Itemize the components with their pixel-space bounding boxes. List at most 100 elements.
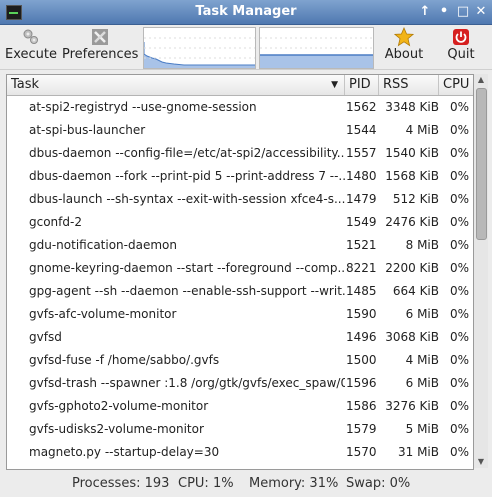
task-cpu: 0% xyxy=(449,261,469,275)
task-pid: 1496 xyxy=(346,330,376,344)
task-name: gconfd-2 xyxy=(29,215,82,229)
task-rss: 1540 KiB xyxy=(385,146,439,160)
task-rss: 4 MiB xyxy=(405,353,439,367)
task-cpu: 0% xyxy=(449,353,469,367)
column-cpu[interactable]: CPU xyxy=(439,75,473,95)
task-name: magneto.py --startup-delay=30 xyxy=(29,445,220,459)
task-pid: 1479 xyxy=(346,192,376,206)
task-name: gnome-keyring-daemon --start --foregroun… xyxy=(29,261,345,275)
column-header: Task ▼ PID RSS CPU xyxy=(7,75,473,96)
task-cpu: 0% xyxy=(449,284,469,298)
tools-icon xyxy=(92,29,108,45)
task-cpu: 0% xyxy=(449,330,469,344)
task-name: gvfs-afc-volume-monitor xyxy=(29,307,177,321)
vertical-scrollbar[interactable]: ▲ ▼ xyxy=(474,74,488,468)
task-cpu: 0% xyxy=(449,238,469,252)
quit-label: Quit xyxy=(447,47,475,62)
task-pid: 1579 xyxy=(346,422,376,436)
scroll-down-icon[interactable]: ▼ xyxy=(474,456,488,468)
quit-button[interactable]: Quit xyxy=(440,27,482,67)
window-up-button[interactable]: ↑ xyxy=(417,4,433,20)
table-row[interactable]: at-spi-bus-launcher 1544 4 MiB 0% xyxy=(7,119,473,142)
window-minimize-button[interactable]: • xyxy=(436,4,452,20)
task-rss: 6 MiB xyxy=(405,307,439,321)
task-pid: 1521 xyxy=(346,238,376,252)
status-processes: Processes: 193 xyxy=(72,476,170,491)
task-rss: 3348 KiB xyxy=(385,100,439,114)
task-name: dbus-launch --sh-syntax --exit-with-sess… xyxy=(29,192,345,206)
preferences-label: Preferences xyxy=(62,47,139,62)
status-swap: Swap: 0% xyxy=(346,476,411,491)
table-row[interactable]: gvfs-afc-volume-monitor 1590 6 MiB 0% xyxy=(7,303,473,326)
star-icon xyxy=(394,27,414,47)
table-row[interactable]: gdu-notification-daemon 1521 8 MiB 0% xyxy=(7,234,473,257)
about-button[interactable]: About xyxy=(382,27,426,67)
task-pid: 1480 xyxy=(346,169,376,183)
status-memory: Memory: 31% xyxy=(249,476,339,491)
task-name: at-spi-bus-launcher xyxy=(29,123,146,137)
task-name: gvfs-udisks2-volume-monitor xyxy=(29,422,204,436)
preferences-button[interactable]: Preferences xyxy=(62,27,138,67)
task-cpu: 0% xyxy=(449,445,469,459)
task-cpu: 0% xyxy=(449,215,469,229)
task-rss: 4 MiB xyxy=(405,123,439,137)
execute-button[interactable]: Execute xyxy=(4,27,58,67)
table-row[interactable]: gvfs-gphoto2-volume-monitor 1586 3276 KiB 0… xyxy=(7,395,473,418)
task-rss: 6 MiB xyxy=(405,376,439,390)
task-rss: 8 MiB xyxy=(405,238,439,252)
table-row[interactable]: at-spi2-registryd --use-gnome-session 156… xyxy=(7,96,473,119)
task-pid: 1500 xyxy=(346,353,376,367)
process-list: Task ▼ PID RSS CPU at-spi2-registryd --u… xyxy=(6,74,474,470)
task-pid: 1562 xyxy=(346,100,376,114)
task-pid: 1596 xyxy=(346,376,376,390)
task-cpu: 0% xyxy=(449,169,469,183)
task-pid: 1549 xyxy=(346,215,376,229)
task-cpu: 0% xyxy=(449,146,469,160)
window-close-button[interactable]: ✕ xyxy=(473,4,489,20)
table-row[interactable]: gconfd-2 1549 2476 KiB 0% xyxy=(7,211,473,234)
table-row[interactable]: gnome-keyring-daemon --start --foregroun… xyxy=(7,257,473,280)
task-rss: 2200 KiB xyxy=(385,261,439,275)
gears-icon xyxy=(23,29,38,44)
task-rss: 2476 KiB xyxy=(385,215,439,229)
task-pid: 8221 xyxy=(346,261,376,275)
task-rss: 512 KiB xyxy=(392,192,439,206)
cpu-graph xyxy=(143,27,256,69)
about-label: About xyxy=(384,47,424,62)
task-name: gvfs-gphoto2-volume-monitor xyxy=(29,399,209,413)
table-row[interactable]: dbus-daemon --fork --print-pid 5 --print… xyxy=(7,165,473,188)
task-name: gvfsd-fuse -f /home/sabbo/.gvfs xyxy=(29,353,220,367)
task-rss: 664 KiB xyxy=(392,284,439,298)
process-rows: at-spi2-registryd --use-gnome-session 156… xyxy=(7,96,473,464)
memory-graph xyxy=(259,27,374,69)
table-row[interactable]: gvfs-udisks2-volume-monitor 1579 5 MiB 0% xyxy=(7,418,473,441)
column-rss[interactable]: RSS xyxy=(379,75,439,95)
task-cpu: 0% xyxy=(449,192,469,206)
column-task[interactable]: Task ▼ xyxy=(7,75,345,95)
task-pid: 1586 xyxy=(346,399,376,413)
table-row[interactable]: gvfsd 1496 3068 KiB 0% xyxy=(7,326,473,349)
task-name: gpg-agent --sh --daemon --enable-ssh-sup… xyxy=(29,284,345,298)
task-pid: 1544 xyxy=(346,123,376,137)
scroll-up-icon[interactable]: ▲ xyxy=(474,74,488,86)
table-row[interactable]: gpg-agent --sh --daemon --enable-ssh-sup… xyxy=(7,280,473,303)
task-rss: 3276 KiB xyxy=(385,399,439,413)
task-rss: 3068 KiB xyxy=(385,330,439,344)
table-row[interactable]: dbus-launch --sh-syntax --exit-with-sess… xyxy=(7,188,473,211)
scroll-thumb[interactable] xyxy=(476,88,487,240)
table-row[interactable]: dbus-daemon --config-file=/etc/at-spi2/a… xyxy=(7,142,473,165)
table-row[interactable]: gvfsd-fuse -f /home/sabbo/.gvfs 1500 4 MiB… xyxy=(7,349,473,372)
table-row[interactable]: magneto.py --startup-delay=30 1570 31 MiB 0… xyxy=(7,441,473,464)
task-rss: 5 MiB xyxy=(405,422,439,436)
table-row[interactable]: gvfsd-trash --spawner :1.8 /org/gtk/gvfs… xyxy=(7,372,473,395)
task-cpu: 0% xyxy=(449,399,469,413)
task-cpu: 0% xyxy=(449,123,469,137)
task-cpu: 0% xyxy=(449,422,469,436)
task-name: gvfsd-trash --spawner :1.8 /org/gtk/gvfs… xyxy=(29,376,345,390)
execute-label: Execute xyxy=(5,47,57,62)
task-rss: 1568 KiB xyxy=(385,169,439,183)
window-maximize-button[interactable]: □ xyxy=(455,4,471,20)
task-pid: 1485 xyxy=(346,284,376,298)
column-pid[interactable]: PID xyxy=(345,75,379,95)
toolbar: Execute Preferences About Quit xyxy=(0,25,492,70)
